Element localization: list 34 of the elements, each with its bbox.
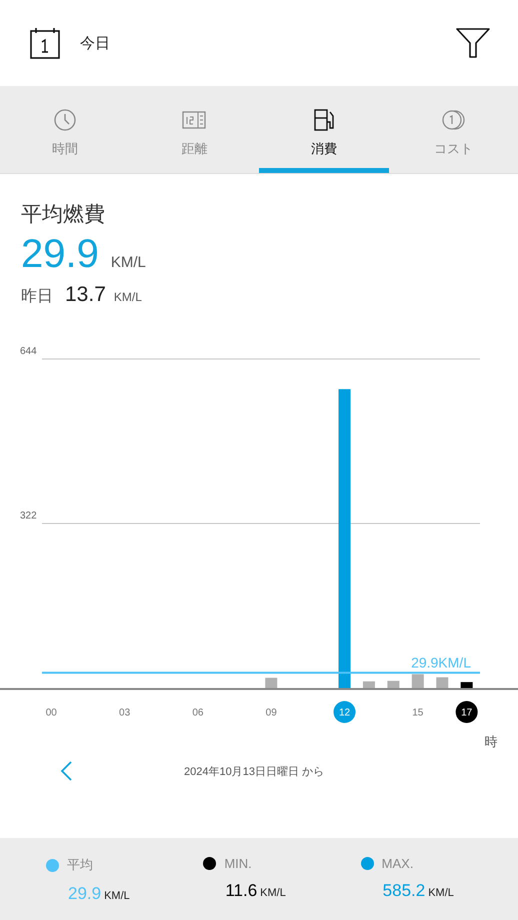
axis-label: 00 [46, 708, 57, 718]
tab[interactable]: コスト [388, 86, 518, 173]
axis-label: 644 [20, 346, 37, 357]
unit-label: KM/L [110, 254, 146, 271]
section-title: 平均燃費 [21, 202, 106, 228]
unit-label: KM/L [104, 890, 130, 902]
hour-badge[interactable]: 12 [334, 701, 356, 723]
unit-label: KM/L [428, 887, 454, 899]
axis-label: 15 [412, 708, 424, 718]
date-label[interactable]: 今日 [80, 34, 456, 52]
yesterday-label: 昨日 [21, 287, 53, 307]
axis-label: 03 [119, 708, 130, 718]
legend-label: MIN. [224, 856, 252, 871]
x-tick-label: 12 [338, 708, 351, 718]
legend-label: MAX. [382, 856, 414, 871]
hour-badge[interactable]: 17 [456, 701, 478, 723]
unit-label: KM/L [260, 887, 286, 899]
axis-label: 322 [20, 510, 37, 522]
tab[interactable]: 距離 [130, 86, 259, 173]
tab[interactable]: 消費 [259, 86, 388, 173]
axis-label: 06 [192, 708, 204, 718]
tab[interactable]: 時間 [0, 86, 130, 173]
legend-value: 11.6 [225, 881, 258, 901]
unit-label: KM/L [114, 290, 142, 304]
average-label: 29.9KM/L [411, 654, 471, 671]
legend-value: 585.2 [382, 881, 426, 901]
legend-label: 平均 [67, 856, 93, 874]
legend-value: 29.9 [68, 884, 102, 904]
axis-title: 時 [484, 734, 498, 749]
x-tick-label: 17 [461, 708, 473, 718]
average-value: 29.9 [21, 232, 99, 277]
period-label: 2024年10月13日日曜日 から [184, 764, 324, 778]
axis-label: 09 [266, 708, 277, 718]
yesterday-value: 13.7 [65, 283, 106, 307]
